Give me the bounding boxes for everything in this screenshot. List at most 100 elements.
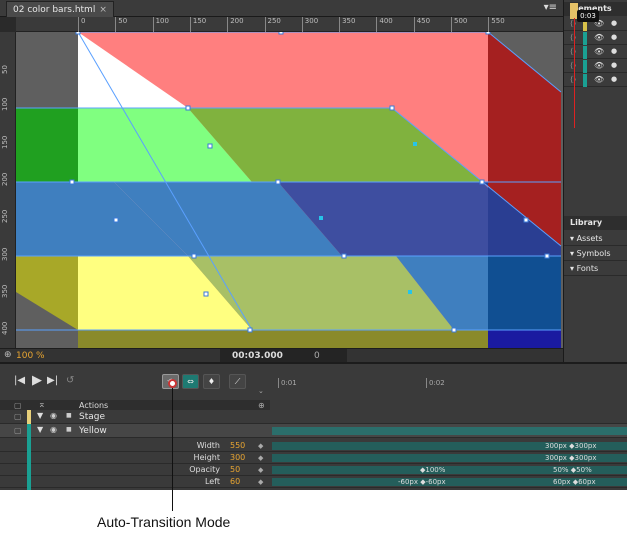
keyframe-annotation[interactable]: -60px ◆-60px — [398, 477, 446, 487]
eye-icon[interactable]: ◉ — [50, 411, 57, 420]
ruler-top-tick: 500 — [451, 17, 467, 32]
stage-canvas[interactable] — [16, 32, 563, 348]
lock-dot-icon[interactable]: ● — [611, 33, 617, 41]
keyframe-annotation[interactable]: 300px ◆300px — [545, 441, 597, 451]
timeline-ruler[interactable]: 0:01 0:02 — [270, 364, 627, 398]
panel-menu-icon[interactable]: ▾≡ — [544, 2, 557, 13]
eye-icon[interactable]: 👁 — [594, 33, 604, 42]
easing-curve-icon: ⟋ — [234, 377, 241, 386]
ruler-top-tick: 200 — [227, 17, 244, 32]
ruler-left: 50 100 150 200 250 300 350 400 — [0, 32, 16, 348]
go-to-start-icon[interactable]: |◀ — [14, 375, 25, 386]
property-label: Left — [204, 477, 220, 486]
timeline-layer-row[interactable]: ▢ ▼ ◉ ■ Yellow — [0, 424, 627, 438]
animate-app-window: 02 color bars.html × ▾≡ 0 50 100 150 200 250 30… — [0, 0, 627, 490]
ruler-top-tick: 400 — [376, 17, 393, 32]
lock-dot-icon[interactable]: ● — [611, 19, 617, 27]
loop-icon[interactable]: ↺ — [66, 375, 74, 386]
ruler-top-tick: 250 — [264, 17, 281, 32]
layer-name[interactable]: Yellow — [79, 424, 107, 438]
sort-header-icon: ⌅ — [38, 400, 46, 410]
lock-icon[interactable]: ■ — [66, 426, 72, 433]
property-label: Height — [193, 453, 220, 462]
library-panel-title[interactable]: Library — [564, 216, 627, 230]
marker-icon: ♦ — [207, 377, 216, 386]
property-row[interactable]: Opacity 50 ◆ ◆100% 50% ◆50% — [0, 464, 627, 476]
ruler-left-tick: 300 — [1, 247, 9, 261]
current-time[interactable]: 00:03.000 — [232, 349, 283, 363]
keyframe-annotation[interactable]: 300px ◆300px — [545, 453, 597, 463]
document-tab[interactable]: 02 color bars.html × — [6, 1, 114, 17]
zoom-icon[interactable]: ⊕ — [4, 350, 12, 360]
timeline-layer-row[interactable]: ▢ ▼ ◉ ■ Stage — [0, 410, 627, 424]
ruler-top-tick: 300 — [301, 17, 318, 32]
library-item-assets[interactable]: ▾ Assets — [564, 231, 627, 246]
play-icon[interactable]: ▶ — [32, 373, 42, 388]
eye-icon[interactable]: ◉ — [50, 425, 57, 434]
property-row[interactable]: Left 60 ◆ -60px ◆-60px 60px ◆60px — [0, 476, 627, 488]
ruler-top: 0 50 100 150 200 250 300 350 400 450 500 550 — [16, 17, 563, 32]
timeline-tick: 0:02 — [426, 378, 445, 388]
timeline-tick: 0:01 — [278, 378, 297, 388]
eye-icon[interactable]: 👁 — [594, 61, 604, 70]
keyframe-annotation[interactable]: 60px ◆60px — [553, 477, 596, 487]
library-item-label: Assets — [576, 234, 603, 243]
eye-icon[interactable]: 👁 — [594, 47, 604, 56]
property-value[interactable]: 300 — [230, 452, 245, 464]
document-tab-title: 02 color bars.html — [13, 5, 96, 15]
current-frame: 0 — [314, 351, 320, 361]
ruler-left-tick: 250 — [1, 209, 9, 224]
property-value[interactable]: 60 — [230, 476, 240, 488]
keyframe-toggle-icon[interactable]: ◆ — [258, 464, 263, 476]
add-action-icon[interactable]: ⊕ — [258, 401, 265, 410]
keyframe-annotation[interactable]: ◆100% — [420, 465, 445, 475]
stage-area[interactable] — [16, 32, 563, 348]
zoom-level[interactable]: 100 % — [16, 349, 45, 363]
property-value[interactable]: 50 — [230, 464, 240, 476]
easing-button[interactable]: ⟋ — [229, 374, 246, 389]
layer-lock-icon[interactable]: ▢ — [14, 412, 22, 421]
property-value[interactable]: 550 — [230, 440, 245, 452]
lock-icon[interactable]: ■ — [66, 412, 72, 419]
ruler-top-tick: 450 — [413, 17, 430, 32]
element-color-tag — [583, 60, 587, 73]
insert-label-button[interactable]: ♦ — [203, 374, 220, 389]
element-color-tag — [583, 74, 587, 87]
ruler-left-tick: 400 — [1, 321, 9, 336]
property-row[interactable]: Width 550 ◆ 300px ◆300px — [0, 440, 627, 452]
toggle-pins-button[interactable]: ⇔ — [182, 374, 199, 389]
ruler-left-tick: 50 — [1, 65, 9, 74]
layer-group-strip — [27, 438, 31, 490]
close-icon[interactable]: × — [99, 5, 107, 15]
lock-dot-icon[interactable]: ● — [611, 61, 617, 69]
actions-label[interactable]: Actions — [79, 401, 108, 410]
layer-lock-icon[interactable]: ▢ — [14, 426, 22, 435]
expand-arrow-icon[interactable]: ▼ — [37, 425, 43, 434]
library-item-symbols[interactable]: ▾ Symbols — [564, 246, 627, 261]
go-to-end-icon[interactable]: ▶| — [47, 375, 58, 386]
library-item-fonts[interactable]: ▾ Fonts — [564, 261, 627, 276]
keyframe-toggle-icon[interactable]: ◆ — [258, 452, 263, 464]
element-color-tag — [583, 32, 587, 45]
ruler-top-tick: 0 — [78, 17, 85, 32]
callout-line — [172, 383, 173, 511]
library-item-label: Fonts — [576, 264, 599, 273]
keyframe-toggle-icon[interactable]: ◆ — [258, 440, 263, 452]
ruler-top-tick: 100 — [152, 17, 169, 32]
layer-track-bar[interactable] — [272, 427, 627, 435]
lock-dot-icon[interactable]: ● — [611, 75, 617, 83]
keyframe-toggle-icon[interactable]: ◆ — [258, 476, 263, 488]
keyframe-annotation[interactable]: 50% ◆50% — [553, 465, 592, 475]
ruler-top-tick: 550 — [488, 17, 505, 32]
property-label: Opacity — [189, 465, 220, 474]
green-bar-left[interactable] — [16, 108, 78, 182]
expand-arrow-icon[interactable]: ▼ — [37, 411, 43, 420]
layer-name[interactable]: Stage — [79, 410, 105, 424]
ruler-top-tick: 50 — [115, 17, 127, 32]
collapse-chevron-icon[interactable]: ⌄ — [258, 387, 264, 395]
ruler-left-tick: 100 — [1, 97, 9, 112]
lock-dot-icon[interactable]: ● — [611, 47, 617, 55]
eye-icon[interactable]: 👁 — [594, 75, 604, 84]
property-row[interactable]: Height 300 ◆ 300px ◆300px — [0, 452, 627, 464]
ruler-top-tick: 350 — [339, 17, 355, 32]
